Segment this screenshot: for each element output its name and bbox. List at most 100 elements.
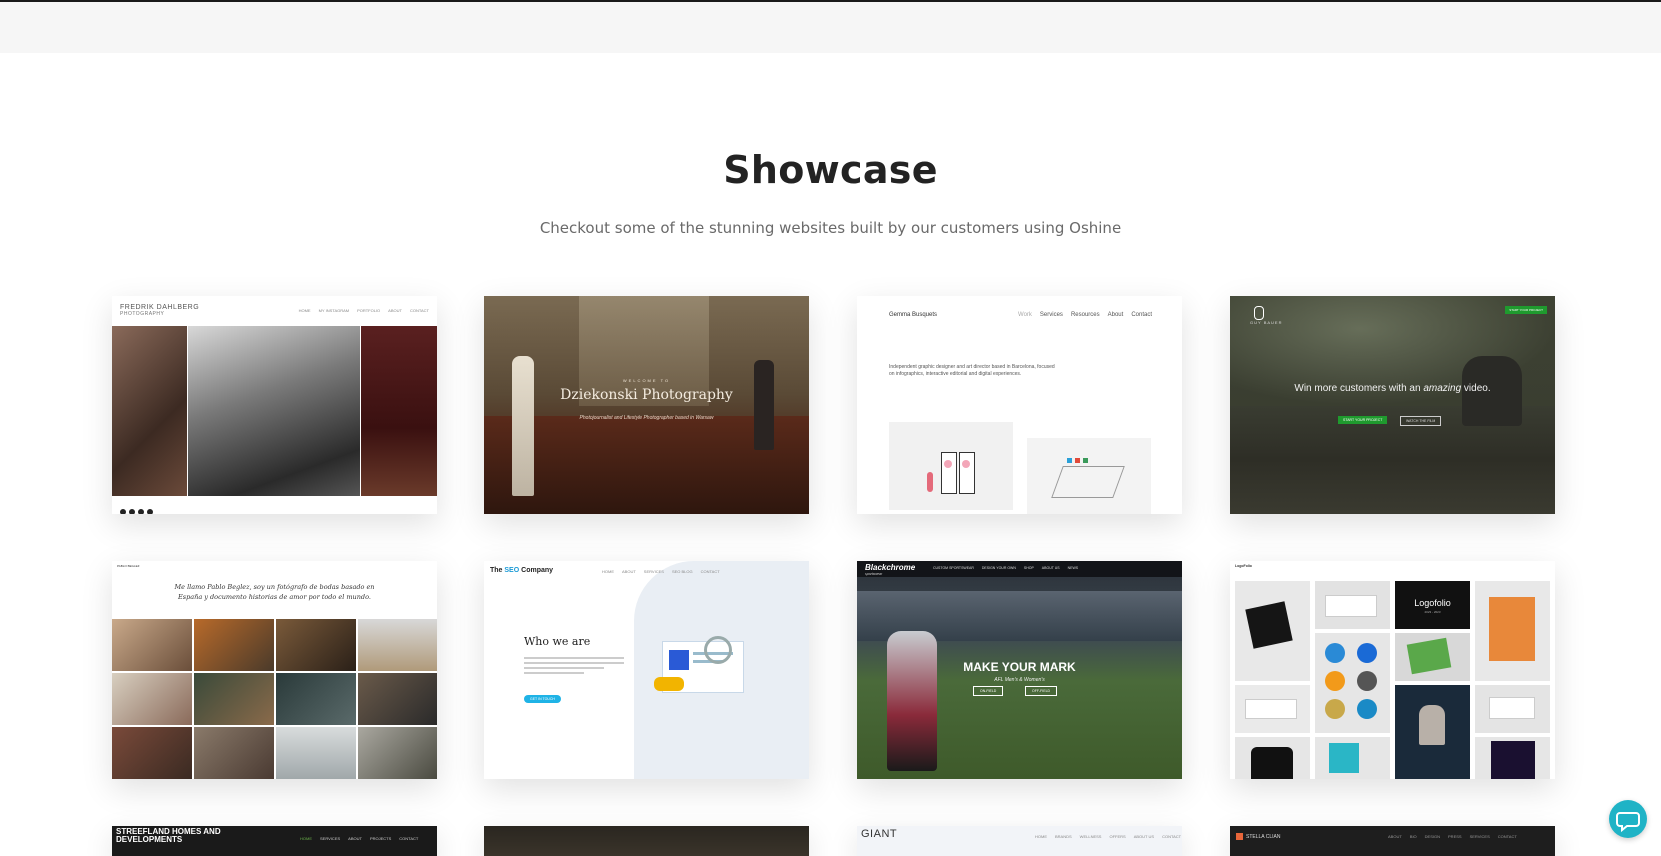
tile-cd [1315,737,1390,779]
photo-portrait [112,326,187,496]
card-nav-item: SERVICES [1469,834,1490,839]
tile-subtitle: 2023 - 2023 [1424,610,1441,614]
gear-icon [704,636,732,664]
card-nav: HOME MY INSTAGRAM PORTFOLIO ABOUT CONTACT [291,308,429,313]
cta-button: GET IN TOUCH [524,695,561,703]
card-nav-item: ABOUT US [1133,834,1155,839]
off-field-button: OFF-FIELD [1025,686,1058,696]
card-brand: The SEO Company [490,567,553,574]
player-figure [887,631,937,771]
section-subtitle: Checkout some of the stunning websites b… [539,219,1122,237]
showcase-card-blackchrome[interactable]: Blackchrome sportswear CUSTOM SPORTSWEAR… [857,561,1182,779]
headline-post: video. [1461,383,1491,394]
card-brand: STREEFLAND HOMES AND DEVELOPMENTS [116,827,221,844]
photo-model [188,326,360,496]
card-nav-item: BRANDS [1055,834,1072,839]
logo-icon [1236,833,1243,840]
brand-mid: SEO [504,567,520,574]
card-nav-item: HOME [602,569,614,574]
card-nav-item: ABOUT US [1041,566,1060,570]
groom-figure [754,360,774,450]
card-nav-item: DESIGN YOUR OWN [981,566,1016,570]
card-nav-item: ABOUT [388,308,402,313]
brand-pre: The [490,567,505,574]
card-nav-item: CONTACT [409,308,429,313]
showcase-card-pablo-beglez[interactable]: PABLO BEGLEZ Me llamo Pablo Beglez, soy … [112,561,437,779]
card-nav-item: ABOUT [622,569,636,574]
card-nav: ABOUT BIO DESIGN PRESS SERVICES CONTACT [1380,834,1517,839]
card-nav-item: Contact [1131,312,1152,318]
card-nav-item: NEWS [1067,566,1079,570]
card-brand: Gemma Busquets [889,312,938,318]
card-nav-item: CONTACT [1497,834,1517,839]
showcase-card-guy-bauer[interactable]: GUY BAUER START YOUR PROJECT Win more cu… [1230,296,1555,514]
card-nav-item: Services [1039,312,1063,318]
card-nav-item: DESIGN [1424,834,1441,839]
card-nav-item: PRESS [1448,834,1462,839]
card-nav-item: PORTFOLIO [357,308,381,313]
card-brand: Blackchrome [865,563,916,572]
card-nav: HOME BRANDS WELLNESS OFFERS ABOUT US CONTACT [1027,834,1181,839]
card-brand-sub: PHOTOGRAPHY [120,311,165,317]
nav-cta: START YOUR PROJECT [1505,306,1547,314]
card-nav-item: ABOUT [1388,834,1402,839]
headline: Me llamo Pablo Beglez, soy un fotógrafo … [174,583,375,601]
body-text-lines [524,657,624,685]
card-nav-item: HOME [300,836,312,841]
headline: Dziekonski Photography [560,387,733,403]
card-nav-item: BIO [1409,834,1417,839]
brand-post: Company [519,567,554,574]
card-brand: FREDRIK DAHLBERG [120,304,200,311]
chat-button[interactable] [1609,800,1647,838]
photo-grid [112,619,437,779]
showcase-card-logofolio[interactable]: LogoFolio Logofolio 2023 - 2023 [1230,561,1555,779]
showcase-card-gemma-busquets[interactable]: Gemma Busquets Work Services Resources Abou… [857,296,1182,514]
headline-em: amazing [1423,383,1462,394]
showcase-card-dziekonski[interactable]: WELCOME TO Dziekonski Photography Photoj… [484,296,809,514]
subheading: AFL Men's & Women's [994,677,1045,683]
showcase-card-stella-clian[interactable]: STELLA CLIAN ABOUT BIO DESIGN PRESS SERVICES… [1230,826,1555,856]
card-nav: Work Services Resources About Contact [1010,312,1152,318]
card-nav-item: CUSTOM SPORTSWEAR [933,566,974,570]
bride-figure [512,356,534,496]
card-brand: STELLA CLIAN [1246,834,1281,840]
showcase-card-dark[interactable] [484,826,809,856]
card-brand: LogoFolio [1235,564,1252,568]
tile-title: Logofolio [1414,598,1451,608]
tile-logofolio: Logofolio 2023 - 2023 [1395,581,1470,629]
primary-button: START YOUR PROJECT [1338,416,1388,424]
tile-business-cards [1475,685,1550,733]
tile-poster [1475,581,1550,681]
tile-vinyl [1475,737,1550,779]
intro-text: Independent graphic designer and art dir… [889,364,1055,377]
showcase-card-seo-company[interactable]: The SEO Company HOME ABOUT SERVICES SEO BLO… [484,561,809,779]
card-brand: PABLO BEGLEZ [117,564,140,568]
card-nav-item: MY INSTAGRAM [318,308,350,313]
showcase-card-fredrik-dahlberg[interactable]: FREDRIK DAHLBERG PHOTOGRAPHY HOME MY INST… [112,296,437,514]
tile-magazine [1395,633,1470,681]
tagline: Photojournalist and Lifestyle Photograph… [579,415,714,421]
project-thumb-1 [889,422,1013,510]
logo-icon [1254,306,1264,320]
card-nav-item: About [1107,312,1124,318]
card-nav-item: SERVICES [643,569,664,574]
card-nav-item: PROJECTS [369,836,392,841]
tile-dark-poster [1395,685,1470,779]
tile-icons [1315,633,1390,733]
card-nav-item: SEO BLOG [671,569,693,574]
chat-bubble-icon [1616,812,1640,833]
tile-black-cards [1235,581,1310,681]
card-nav: CUSTOM SPORTSWEAR DESIGN YOUR OWN SHOP ABOU… [925,566,1078,570]
card-brand: GUY BAUER [1250,320,1283,325]
card-nav-item: CONTACT [700,569,720,574]
social-icons [120,502,153,514]
heading: Who we are [524,635,591,648]
headline: Win more customers with an amazing video… [1230,383,1555,394]
headline: MAKE YOUR MARK [963,660,1076,674]
card-nav-item: WELLNESS [1079,834,1102,839]
showcase-card-giant[interactable]: GIANT HOME BRANDS WELLNESS OFFERS ABOUT US CO… [857,826,1182,856]
top-band [0,2,1661,53]
card-brand: GIANT [861,828,898,840]
showcase-card-streefland[interactable]: STREEFLAND HOMES AND DEVELOPMENTS HOME SE… [112,826,437,856]
illustration-folder [654,677,684,691]
